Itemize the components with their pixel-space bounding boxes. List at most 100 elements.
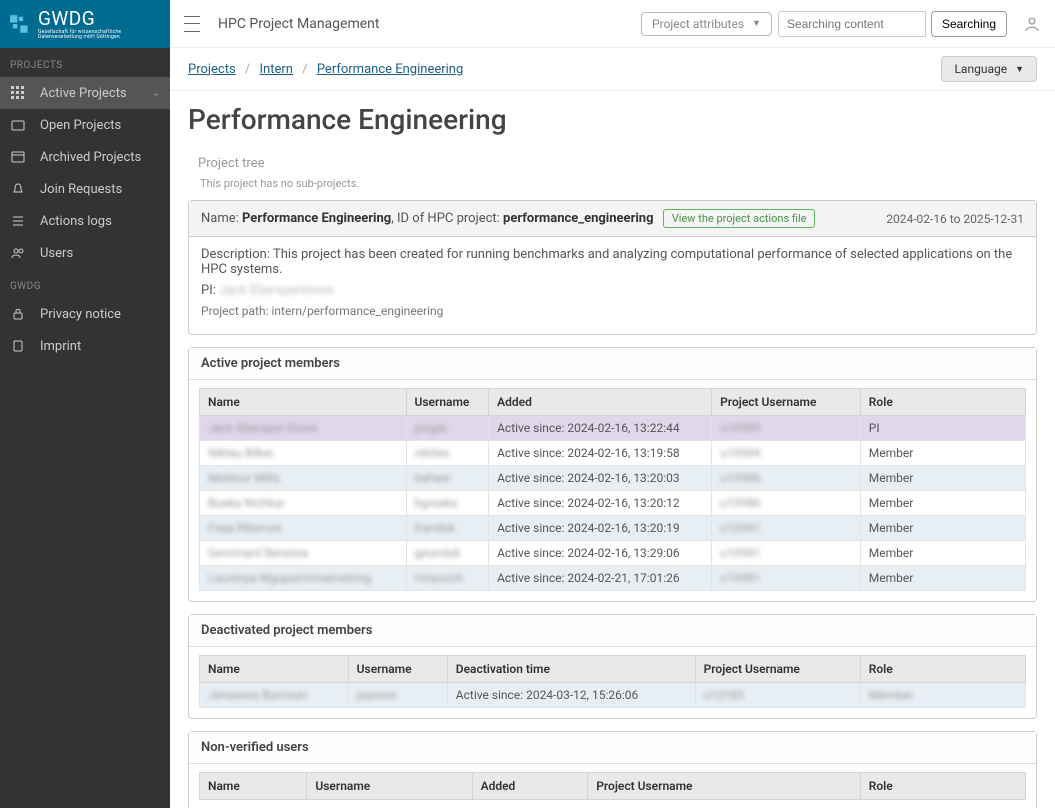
logo-icon bbox=[10, 12, 32, 36]
table-row[interactable]: Bueka NichkarbgroaksActive since: 2024-0… bbox=[200, 491, 1026, 516]
table-row[interactable]: Maldsur MillsbahaerActive since: 2024-02… bbox=[200, 466, 1026, 491]
breadcrumb-row: Projects / Intern / Performance Engineer… bbox=[170, 48, 1055, 91]
col-added: Added bbox=[472, 773, 588, 800]
cell-puser: u10183 bbox=[695, 683, 860, 708]
col-role: Role bbox=[860, 389, 1025, 416]
project-dates: 2024-02-16 to 2025-12-31 bbox=[886, 212, 1024, 226]
cell-added: Active since: 2024-02-16, 13:29:06 bbox=[489, 541, 712, 566]
table-row[interactable]: Niklau BilkeinibilasActive since: 2024-0… bbox=[200, 441, 1026, 466]
cell-name: Gerrimard Benstoa bbox=[200, 541, 407, 566]
project-attributes-dropdown[interactable]: Project attributes ▼ bbox=[641, 12, 772, 36]
cell-added: Active since: 2024-02-16, 13:19:58 bbox=[489, 441, 712, 466]
breadcrumb-current[interactable]: Performance Engineering bbox=[317, 62, 463, 77]
cell-added: Active since: 2024-02-21, 17:01:26 bbox=[489, 566, 712, 591]
list-icon bbox=[10, 213, 26, 229]
view-actions-file-link[interactable]: View the project actions file bbox=[663, 209, 816, 228]
id-label: , ID of HPC project: bbox=[391, 211, 503, 226]
table-row[interactable]: Gerrimard BenstoageundokActive since: 20… bbox=[200, 541, 1026, 566]
cell-puser: u10981 bbox=[712, 566, 861, 591]
breadcrumb-projects[interactable]: Projects bbox=[188, 62, 236, 77]
cell-name: Jack Ebersper Dores bbox=[200, 416, 407, 441]
col-username: Username bbox=[406, 389, 489, 416]
sidebar-item-users[interactable]: Users bbox=[0, 237, 170, 269]
sidebar-item-label: Open Projects bbox=[40, 118, 121, 133]
cell-user: jeogle bbox=[406, 416, 489, 441]
cell-puser: u10984 bbox=[712, 441, 861, 466]
pi-label: PI: bbox=[201, 283, 219, 298]
cell-role: Member bbox=[860, 541, 1025, 566]
sidebar-item-archived-projects[interactable]: Archived Projects bbox=[0, 141, 170, 173]
col-username: Username bbox=[307, 773, 472, 800]
logo-text: GWDG bbox=[38, 9, 160, 28]
cell-puser: u10981 bbox=[712, 516, 861, 541]
table-row[interactable]: Laurenya MgupuirimnametongmnyunchActive … bbox=[200, 566, 1026, 591]
cell-user: nibilas bbox=[406, 441, 489, 466]
archive-icon bbox=[10, 149, 26, 165]
cell-role: Member bbox=[860, 491, 1025, 516]
logo[interactable]: GWDG Gesellschaft für wissenschaftliche … bbox=[0, 0, 170, 48]
sidebar-item-imprint[interactable]: Imprint bbox=[0, 330, 170, 362]
table-row[interactable]: Freja RiberurefrandokActive since: 2024-… bbox=[200, 516, 1026, 541]
cell-added: Active since: 2024-02-16, 13:20:03 bbox=[489, 466, 712, 491]
grid-icon bbox=[10, 85, 26, 101]
col-name: Name bbox=[200, 656, 349, 683]
nonverified-panel: Non-verified users Name Username Added P… bbox=[188, 731, 1037, 808]
active-members-panel: Active project members Name Username Add… bbox=[188, 347, 1037, 602]
col-username: Username bbox=[348, 656, 447, 683]
cell-added: Active since: 2024-02-16, 13:22:44 bbox=[489, 416, 712, 441]
cell-role: Member bbox=[860, 516, 1025, 541]
language-label: Language bbox=[954, 62, 1007, 76]
cell-role: Member bbox=[860, 466, 1025, 491]
project-tree-empty: This project has no sub-projects. bbox=[188, 175, 1037, 200]
cell-user: bgroaks bbox=[406, 491, 489, 516]
col-added: Added bbox=[489, 389, 712, 416]
cell-role: PI bbox=[860, 416, 1025, 441]
project-panel-body: Description: This project has been creat… bbox=[189, 237, 1036, 334]
cell-name: Laurenya Mgupuirimnametong bbox=[200, 566, 407, 591]
sidebar-item-label: Actions logs bbox=[40, 214, 112, 229]
deactivated-members-panel: Deactivated project members Name Usernam… bbox=[188, 614, 1037, 719]
bell-icon bbox=[10, 181, 26, 197]
sidebar-item-active-projects[interactable]: Active Projects ⌄ bbox=[0, 77, 170, 109]
cell-puser: u10981 bbox=[712, 541, 861, 566]
project-path: intern/performance_engineering bbox=[271, 304, 443, 318]
sidebar-group-gwdg: GWDG bbox=[0, 269, 170, 298]
table-row[interactable]: Jack Ebersper DoresjeogleActive since: 2… bbox=[200, 416, 1026, 441]
cell-role: Member bbox=[860, 683, 1025, 708]
cell-user: geundok bbox=[406, 541, 489, 566]
caret-down-icon: ▼ bbox=[752, 18, 761, 29]
app-title: HPC Project Management bbox=[218, 16, 379, 32]
folder-icon bbox=[10, 117, 26, 133]
sidebar-group-projects: PROJECTS bbox=[0, 48, 170, 77]
cell-user: mnyunch bbox=[406, 566, 489, 591]
breadcrumb-sep: / bbox=[302, 62, 307, 77]
cell-user: bahaer bbox=[406, 466, 489, 491]
breadcrumb-intern[interactable]: Intern bbox=[260, 62, 293, 77]
cell-user: frandok bbox=[406, 516, 489, 541]
topbar: HPC Project Management Project attribute… bbox=[170, 0, 1055, 48]
cell-role: Member bbox=[860, 441, 1025, 466]
search-input[interactable] bbox=[778, 11, 926, 37]
project-id: performance_engineering bbox=[503, 211, 653, 226]
doc-icon bbox=[10, 338, 26, 354]
sidebar-item-open-projects[interactable]: Open Projects bbox=[0, 109, 170, 141]
search-button[interactable]: Searching bbox=[931, 11, 1007, 37]
col-project-username: Project Username bbox=[712, 389, 861, 416]
menu-toggle-icon[interactable] bbox=[184, 16, 200, 32]
user-icon[interactable] bbox=[1023, 15, 1041, 33]
sidebar-item-actions-logs[interactable]: Actions logs bbox=[0, 205, 170, 237]
users-icon bbox=[10, 245, 26, 261]
breadcrumb-sep: / bbox=[245, 62, 250, 77]
sidebar-item-join-requests[interactable]: Join Requests bbox=[0, 173, 170, 205]
project-pi: Jack Ebersperdores bbox=[219, 283, 334, 298]
language-dropdown[interactable]: Language ▼ bbox=[941, 56, 1037, 82]
project-tree-label: Project tree bbox=[188, 152, 1037, 175]
sidebar-item-label: Active Projects bbox=[40, 86, 127, 101]
sidebar-item-label: Archived Projects bbox=[40, 150, 141, 165]
cell-name: Freja Riberure bbox=[200, 516, 407, 541]
sidebar-item-label: Users bbox=[40, 246, 73, 261]
table-row[interactable]: Jensenes BurrouinjsanootActive since: 20… bbox=[200, 683, 1026, 708]
project-description: This project has been created for runnin… bbox=[201, 247, 1012, 277]
sidebar-item-privacy[interactable]: Privacy notice bbox=[0, 298, 170, 330]
project-panel-header: Name: Performance Engineering, ID of HPC… bbox=[189, 201, 1036, 237]
